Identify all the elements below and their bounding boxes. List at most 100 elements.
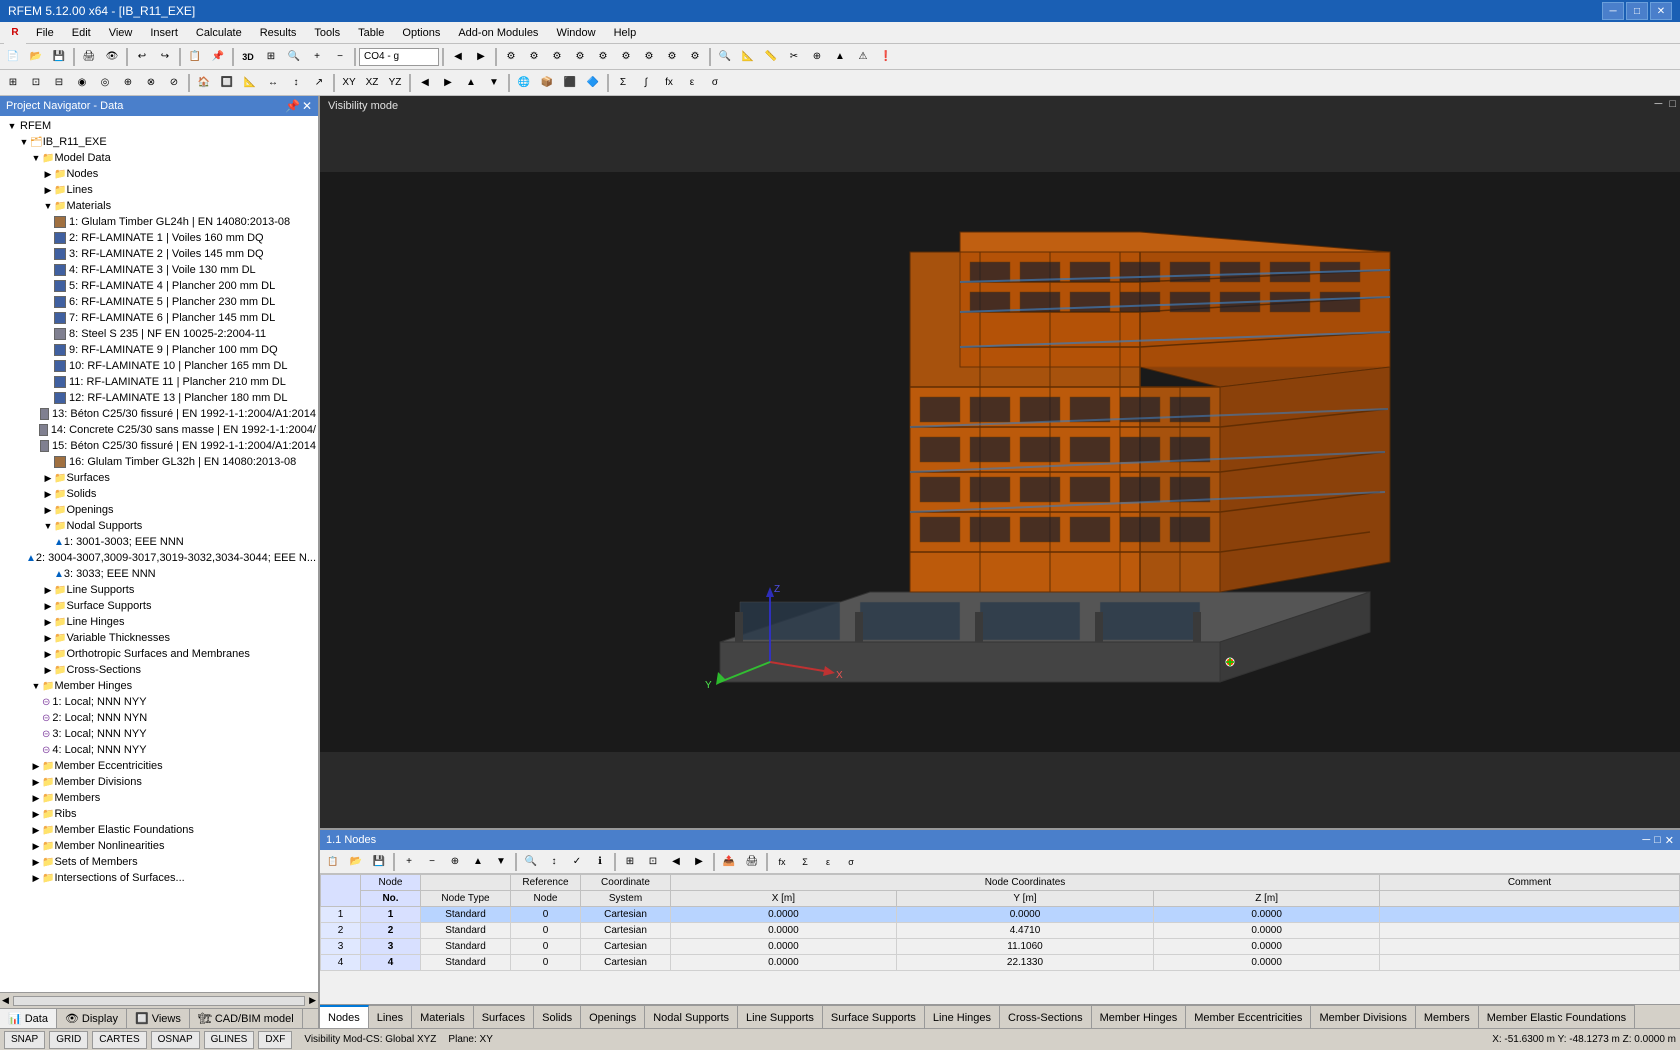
menu-edit[interactable]: Edit xyxy=(64,23,99,43)
tree-mat-12[interactable]: 12: RF-LAMINATE 13 | Plancher 180 mm DL xyxy=(0,390,318,406)
status-glines[interactable]: GLINES xyxy=(204,1031,255,1049)
data-panel-float[interactable]: □ xyxy=(1654,834,1661,847)
cell-x-3[interactable]: 0.0000 xyxy=(671,939,897,955)
t2-13[interactable]: ↕ xyxy=(285,72,307,94)
tree-ribs[interactable]: ▶ 📁 Ribs xyxy=(0,806,318,822)
dt-formula[interactable]: fx xyxy=(771,851,793,873)
tool11[interactable]: 📐 xyxy=(737,46,759,68)
tree-hinge-2[interactable]: ⊝ 2: Local; NNN NYN xyxy=(0,710,318,726)
menu-tools[interactable]: Tools xyxy=(306,23,348,43)
dt-next[interactable]: ▶ xyxy=(688,851,710,873)
tree-solids[interactable]: ▶ 📁 Solids xyxy=(0,486,318,502)
tree-rfem[interactable]: ▼ RFEM xyxy=(0,118,318,134)
t2-6[interactable]: ⊕ xyxy=(117,72,139,94)
dt-units[interactable]: σ xyxy=(840,851,862,873)
t2-27[interactable]: ∫ xyxy=(635,72,657,94)
tab-openings[interactable]: Openings xyxy=(581,1005,645,1028)
save-btn[interactable]: 💾 xyxy=(48,46,70,68)
tool16[interactable]: ⚠ xyxy=(852,46,874,68)
tree-hinge-3[interactable]: ⊝ 3: Local; NNN NYY xyxy=(0,726,318,742)
cell-comment-3[interactable] xyxy=(1380,939,1680,955)
t2-16[interactable]: XZ xyxy=(361,72,383,94)
dt-filter[interactable]: 🔍 xyxy=(520,851,542,873)
dt-save[interactable]: 💾 xyxy=(368,851,390,873)
menu-results[interactable]: Results xyxy=(252,23,305,43)
tree-mat-1[interactable]: 1: Glulam Timber GL24h | EN 14080:2013-0… xyxy=(0,214,318,230)
dt-dn[interactable]: ▼ xyxy=(490,851,512,873)
menu-file[interactable]: File xyxy=(28,23,62,43)
tree-elastic-found[interactable]: ▶ 📁 Member Elastic Foundations xyxy=(0,822,318,838)
expand-rfem[interactable]: ▼ xyxy=(6,120,18,132)
dt-del[interactable]: − xyxy=(421,851,443,873)
zoomin-btn[interactable]: + xyxy=(306,46,328,68)
tree-nodal-supports[interactable]: ▼ 📁 Nodal Supports xyxy=(0,518,318,534)
t2-19[interactable]: ▶ xyxy=(437,72,459,94)
menu-help[interactable]: Help xyxy=(606,23,645,43)
view-name-input[interactable] xyxy=(359,48,439,66)
scroll-left[interactable]: ◀ xyxy=(2,995,9,1006)
tab-lines[interactable]: Lines xyxy=(369,1005,412,1028)
table-row[interactable]: 3 3 Standard 0 Cartesian 0.0000 11.1060 … xyxy=(321,939,1680,955)
t2-1[interactable]: ⊞ xyxy=(2,72,24,94)
tab-nodes[interactable]: Nodes xyxy=(320,1005,369,1028)
tree-members[interactable]: ▶ 📁 Members xyxy=(0,790,318,806)
expand-ef[interactable]: ▶ xyxy=(30,824,42,836)
expand-nodes[interactable]: ▶ xyxy=(42,168,54,180)
tree-mat-2[interactable]: 2: RF-LAMINATE 1 | Voiles 160 mm DQ xyxy=(0,230,318,246)
tree-mat-10[interactable]: 10: RF-LAMINATE 10 | Plancher 165 mm DL xyxy=(0,358,318,374)
dt-check[interactable]: ✓ xyxy=(566,851,588,873)
t2-11[interactable]: 📐 xyxy=(239,72,261,94)
scroll-right[interactable]: ▶ xyxy=(309,995,316,1006)
expand-members[interactable]: ▶ xyxy=(30,792,42,804)
tree-container[interactable]: ▼ RFEM ▼ 🗂 IB_R11_EXE ▼ 📁 Model Data ▶ 📁… xyxy=(0,116,318,992)
view-btn[interactable]: ⊞ xyxy=(260,46,282,68)
cell-z-4[interactable]: 0.0000 xyxy=(1154,955,1380,971)
t2-14[interactable]: ↗ xyxy=(308,72,330,94)
cell-z-3[interactable]: 0.0000 xyxy=(1154,939,1380,955)
dt-open[interactable]: 📂 xyxy=(345,851,367,873)
tree-materials[interactable]: ▼ 📁 Materials xyxy=(0,198,318,214)
nav-next[interactable]: ▶ xyxy=(470,46,492,68)
tree-member-ecc[interactable]: ▶ 📁 Member Eccentricities xyxy=(0,758,318,774)
dt-export[interactable]: 📤 xyxy=(718,851,740,873)
cell-coord-2[interactable]: Cartesian xyxy=(581,923,671,939)
nav-tab-data[interactable]: 📊 Data xyxy=(0,1009,57,1028)
tree-var-thick[interactable]: ▶ 📁 Variable Thicknesses xyxy=(0,630,318,646)
t2-5[interactable]: ◎ xyxy=(94,72,116,94)
tree-line-supports[interactable]: ▶ 📁 Line Supports xyxy=(0,582,318,598)
t2-23[interactable]: 📦 xyxy=(536,72,558,94)
expand-ib[interactable]: ▼ xyxy=(18,136,30,148)
dt-new[interactable]: 📋 xyxy=(322,851,344,873)
menu-calculate[interactable]: Calculate xyxy=(188,23,250,43)
viewport-min[interactable]: ─ xyxy=(1654,98,1662,110)
menu-view[interactable]: View xyxy=(101,23,141,43)
tree-hinge-1[interactable]: ⊝ 1: Local; NNN NYY xyxy=(0,694,318,710)
tool2[interactable]: ⚙ xyxy=(523,46,545,68)
tree-openings[interactable]: ▶ 📁 Openings xyxy=(0,502,318,518)
tab-elastic-foundations[interactable]: Member Elastic Foundations xyxy=(1479,1005,1635,1028)
cell-z-2[interactable]: 0.0000 xyxy=(1154,923,1380,939)
tool7[interactable]: ⚙ xyxy=(638,46,660,68)
tab-member-eccentricities[interactable]: Member Eccentricities xyxy=(1186,1005,1311,1028)
tree-mat-14[interactable]: 14: Concrete C25/30 sans masse | EN 1992… xyxy=(0,422,318,438)
tool5[interactable]: ⚙ xyxy=(592,46,614,68)
tool14[interactable]: ⊕ xyxy=(806,46,828,68)
tree-mat-13[interactable]: 13: Béton C25/30 fissuré | EN 1992-1-1:2… xyxy=(0,406,318,422)
cell-ref-1[interactable]: 0 xyxy=(511,907,581,923)
cell-y-4[interactable]: 22.1330 xyxy=(896,955,1153,971)
expand-materials[interactable]: ▼ xyxy=(42,200,54,212)
close-button[interactable]: ✕ xyxy=(1650,2,1672,20)
table-row[interactable]: 4 4 Standard 0 Cartesian 0.0000 22.1330 … xyxy=(321,955,1680,971)
tree-member-hinges[interactable]: ▼ 📁 Member Hinges xyxy=(0,678,318,694)
tool8[interactable]: ⚙ xyxy=(661,46,683,68)
cell-comment-2[interactable] xyxy=(1380,923,1680,939)
expand-openings[interactable]: ▶ xyxy=(42,504,54,516)
t2-12[interactable]: ↔ xyxy=(262,72,284,94)
t2-10[interactable]: 🔲 xyxy=(216,72,238,94)
tab-cross-sections[interactable]: Cross-Sections xyxy=(1000,1005,1092,1028)
tree-mat-11[interactable]: 11: RF-LAMINATE 11 | Plancher 210 mm DL xyxy=(0,374,318,390)
nav-tab-cad[interactable]: 🏗 CAD/BIM model xyxy=(190,1009,303,1028)
panel-close-btn[interactable]: ✕ xyxy=(302,99,312,113)
cell-y-1[interactable]: 0.0000 xyxy=(896,907,1153,923)
data-table-wrapper[interactable]: Node Reference Coordinate Node Coordinat… xyxy=(320,874,1680,1004)
